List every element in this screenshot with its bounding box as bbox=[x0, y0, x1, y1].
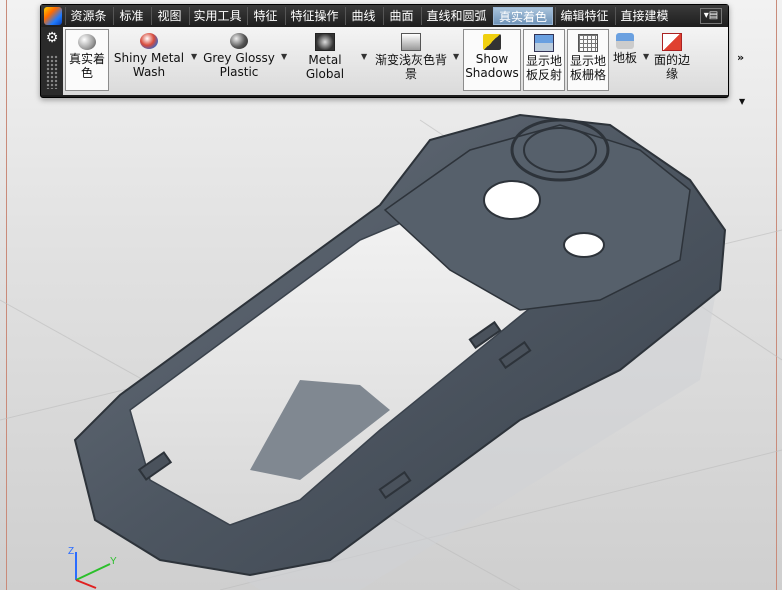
chevron-down-icon[interactable]: ▼ bbox=[361, 52, 367, 61]
tool-label: Show bbox=[475, 52, 509, 66]
chevron-down-icon[interactable]: ▼ bbox=[643, 52, 649, 61]
tool-label: Global bbox=[305, 67, 345, 81]
floor-grid-icon bbox=[578, 34, 598, 52]
tool-label: Plastic bbox=[219, 65, 259, 79]
grey-glossy-plastic-button[interactable]: Grey Glossy Plastic bbox=[199, 29, 279, 91]
tool-label: Grey Glossy bbox=[203, 51, 275, 65]
tab-lines-arcs[interactable]: 直线和圆弧 bbox=[421, 7, 491, 25]
tool-label: Wash bbox=[132, 65, 166, 79]
gear-icon[interactable]: ⚙ bbox=[44, 30, 60, 46]
axis-z-label: Z bbox=[68, 546, 74, 557]
gradient-background-button[interactable]: 渐变浅灰色背 景 bbox=[369, 29, 453, 91]
chevron-down-icon[interactable]: ▼ bbox=[739, 97, 745, 106]
tool-label: 板栅格 bbox=[569, 68, 606, 82]
face-edges-button[interactable]: 面的边 缘 bbox=[651, 29, 693, 91]
ribbon-tool-strip: 真实着 色 Shiny Metal Wash ▼ Grey Glossy Pla… bbox=[63, 27, 745, 106]
tab-standard[interactable]: 标准 bbox=[113, 7, 149, 25]
chevron-down-icon[interactable]: ▼ bbox=[191, 52, 197, 61]
tool-label: 缘 bbox=[665, 67, 678, 81]
ribbon-options-icon[interactable]: ▾▤ bbox=[700, 8, 722, 24]
tab-curves[interactable]: 曲线 bbox=[345, 7, 381, 25]
tool-label: 真实着 bbox=[68, 52, 105, 66]
ribbon-side-column: ⚙ bbox=[41, 27, 63, 95]
floor-reflection-icon bbox=[534, 34, 554, 52]
overflow-more-icon[interactable]: » bbox=[737, 51, 744, 64]
tool-label: 地板 bbox=[612, 51, 637, 65]
sphere-shading-icon bbox=[78, 34, 96, 50]
tool-label: 渐变浅灰色背 bbox=[374, 53, 447, 67]
tool-label: 色 bbox=[80, 66, 93, 80]
tab-surfaces[interactable]: 曲面 bbox=[383, 7, 419, 25]
chevron-down-icon[interactable]: ▼ bbox=[453, 52, 459, 61]
ribbon-tab-bar: 资源条 标准 视图 实用工具 特征 特征操作 曲线 曲面 直线和圆弧 真实着色 … bbox=[41, 5, 728, 27]
tab-utilities[interactable]: 实用工具 bbox=[189, 7, 245, 25]
gradient-background-icon bbox=[401, 33, 421, 51]
tab-view[interactable]: 视图 bbox=[151, 7, 187, 25]
axis-triad: Z Y bbox=[68, 546, 117, 589]
tool-label: 显示地 bbox=[569, 54, 606, 68]
shiny-metal-wash-button[interactable]: Shiny Metal Wash bbox=[113, 29, 185, 91]
face-edges-icon bbox=[662, 33, 682, 51]
true-shading-button[interactable]: 真实着 色 bbox=[65, 29, 109, 91]
show-shadows-icon bbox=[483, 34, 501, 50]
tool-label: 面的边 bbox=[653, 53, 690, 67]
show-shadows-button[interactable]: Show Shadows bbox=[463, 29, 521, 91]
tab-feature-operations[interactable]: 特征操作 bbox=[285, 7, 343, 25]
tab-true-shading[interactable]: 真实着色 bbox=[493, 7, 553, 25]
grey-glossy-icon bbox=[230, 33, 248, 49]
tab-features[interactable]: 特征 bbox=[247, 7, 283, 25]
tab-resource-bar[interactable]: 资源条 bbox=[65, 7, 111, 25]
floor-button[interactable]: 地板 bbox=[611, 29, 639, 91]
floor-reflection-button[interactable]: 显示地 板反射 bbox=[523, 29, 565, 91]
tool-label: Metal bbox=[308, 53, 342, 67]
floor-icon bbox=[616, 33, 634, 49]
floor-grid-button[interactable]: 显示地 板栅格 bbox=[567, 29, 609, 91]
tab-direct-modeling[interactable]: 直接建模 bbox=[615, 7, 673, 25]
tool-label: 景 bbox=[404, 67, 417, 81]
tool-label: 显示地 bbox=[525, 54, 562, 68]
grip-handle-icon[interactable] bbox=[46, 55, 58, 89]
app-logo-icon[interactable] bbox=[44, 7, 62, 25]
tab-edit-features[interactable]: 编辑特征 bbox=[555, 7, 613, 25]
metal-global-button[interactable]: Metal Global bbox=[293, 29, 357, 91]
shiny-metal-icon bbox=[140, 33, 158, 49]
chevron-down-icon[interactable]: ▼ bbox=[281, 52, 287, 61]
metal-global-icon bbox=[315, 33, 335, 51]
tool-label: Shadows bbox=[465, 66, 519, 80]
ribbon-toolbar: 资源条 标准 视图 实用工具 特征 特征操作 曲线 曲面 直线和圆弧 真实着色 … bbox=[40, 4, 745, 106]
axis-y-label: Y bbox=[110, 556, 117, 567]
tool-label: 板反射 bbox=[525, 68, 562, 82]
tool-label: Shiny Metal bbox=[113, 51, 185, 65]
